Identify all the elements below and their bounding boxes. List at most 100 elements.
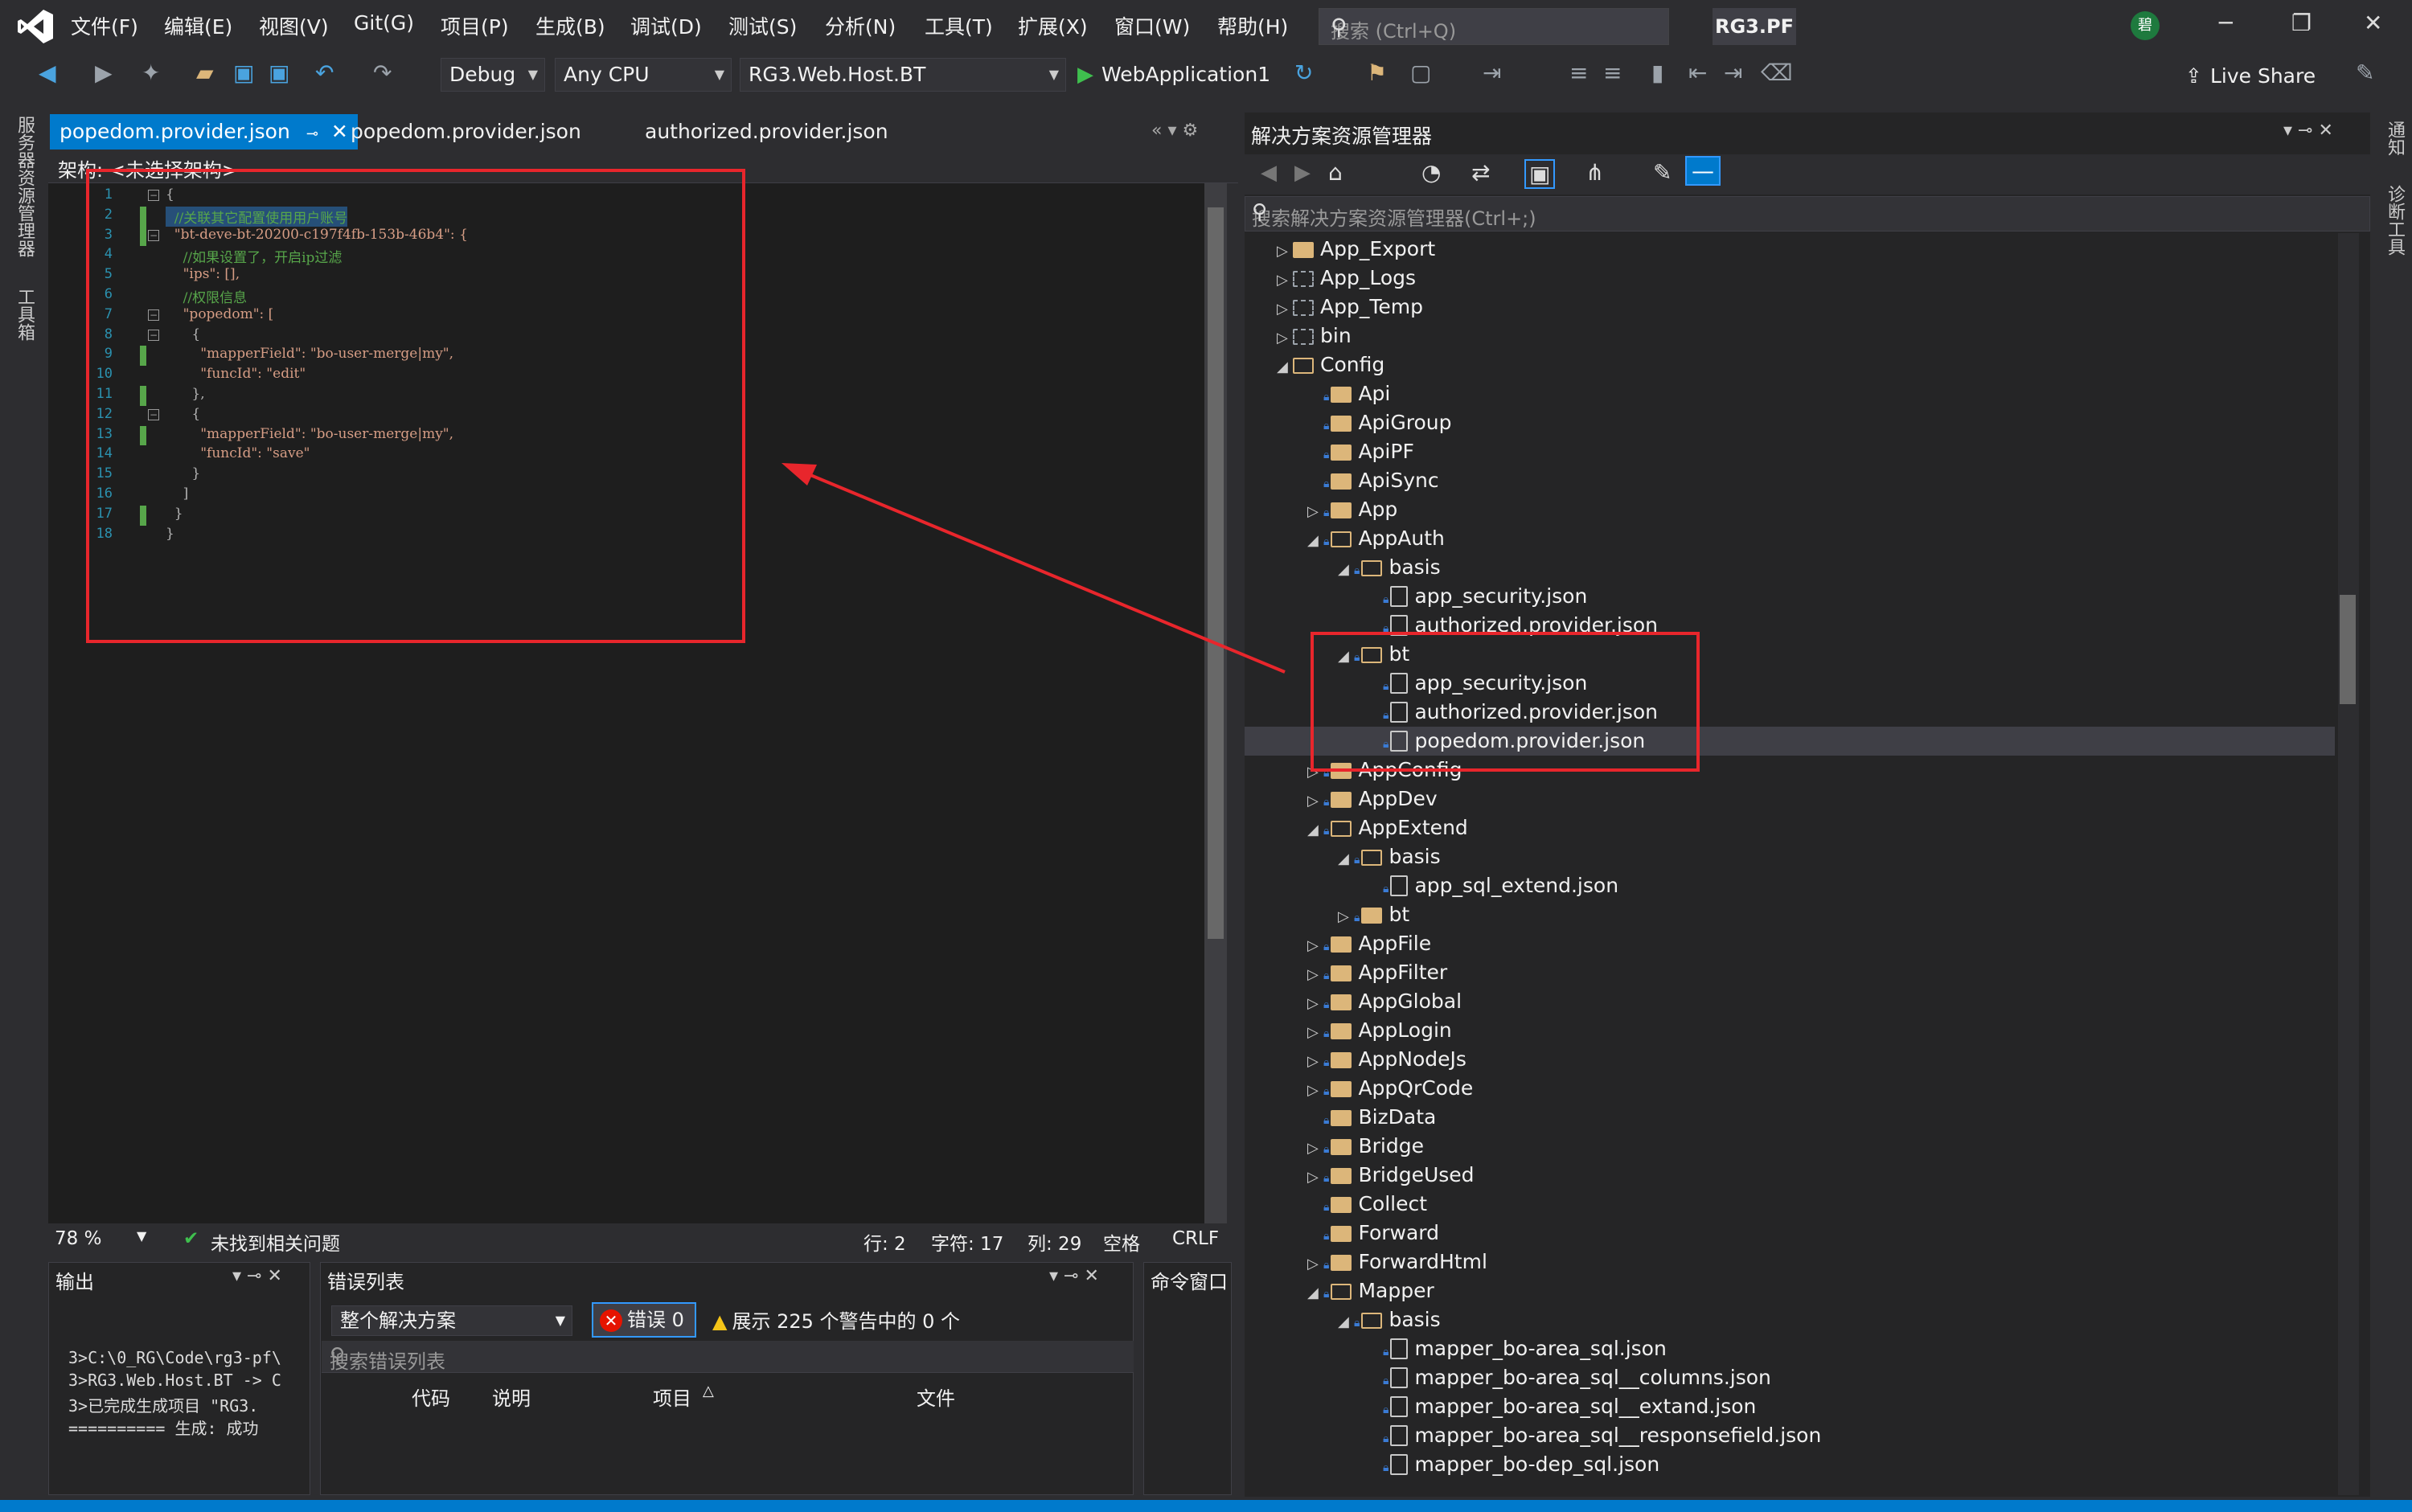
solution-scrollbar[interactable] — [2338, 233, 2359, 1495]
feedback-icon[interactable]: ✎ — [2356, 59, 2374, 86]
command-window-panel[interactable]: 命令窗口 — [1143, 1262, 1232, 1495]
refresh-icon[interactable]: ↻ — [1294, 59, 1313, 86]
menu-item[interactable]: 扩展(X) — [1018, 11, 1088, 40]
tree-folder-item[interactable]: ▷ 🔒︎ App — [1307, 495, 1397, 524]
whitespace-indicator[interactable]: 空格 — [1103, 1228, 1140, 1256]
tree-folder-item[interactable]: 🔒︎ BizData — [1307, 1103, 1436, 1132]
menu-item[interactable]: 分析(N) — [825, 11, 896, 40]
tree-folder-item[interactable]: ▷ 🔒︎ Bridge — [1307, 1132, 1424, 1161]
visual-studio-logo[interactable] — [16, 8, 55, 45]
tree-file-item[interactable]: 🔒︎ mapper_bo-area_sql__responsefield.json — [1367, 1421, 1821, 1450]
minimize-icon[interactable]: ─ — [2219, 10, 2233, 36]
diagnostic-tools-tab[interactable]: 诊断工具 — [2381, 185, 2407, 256]
collapsed-arrow-icon[interactable]: ▷ — [1277, 295, 1293, 324]
close-icon[interactable]: ✕ — [2364, 10, 2382, 36]
tree-folder-item[interactable]: ▷ App_Logs — [1277, 264, 1416, 293]
column-header-description[interactable]: 说明 — [492, 1383, 531, 1411]
preview-icon[interactable]: — — [1685, 156, 1721, 186]
platform-select[interactable]: Any CPU ▼ — [555, 58, 732, 92]
collapsed-arrow-icon[interactable]: ▷ — [1307, 787, 1323, 816]
tree-folder-item[interactable]: ▷ 🔒︎ AppGlobal — [1307, 987, 1462, 1016]
expanded-arrow-icon[interactable]: ◢ — [1338, 1308, 1354, 1337]
collapsed-arrow-icon[interactable]: ▷ — [1307, 932, 1323, 961]
redo-icon[interactable]: ↷ — [373, 59, 392, 86]
home-icon[interactable]: ⌂ — [1328, 159, 1343, 186]
menu-item[interactable]: 测试(S) — [728, 11, 797, 40]
tree-folder-item[interactable]: 🔒︎ ApiSync — [1307, 466, 1439, 495]
collapsed-arrow-icon[interactable]: ▷ — [1277, 266, 1293, 295]
panel-controls-icon[interactable]: ▾ ⊸ ✕ — [2283, 121, 2333, 141]
panel-controls-icon[interactable]: ▾ ⊸ ✕ — [1049, 1266, 1099, 1286]
column-header-file[interactable]: 文件 — [917, 1383, 955, 1411]
collapsed-arrow-icon[interactable]: ▷ — [1277, 324, 1293, 353]
menu-item[interactable]: Git(G) — [354, 11, 414, 35]
undo-icon[interactable]: ↶ — [315, 59, 334, 86]
tab-popedom[interactable]: popedom.provider.json — [341, 114, 591, 150]
collapsed-arrow-icon[interactable]: ▷ — [1307, 1076, 1323, 1105]
column-header-project[interactable]: 项目 — [653, 1383, 691, 1411]
tree-folder-item[interactable]: ◢ 🔒︎ AppExtend — [1307, 813, 1468, 842]
error-search-input[interactable]: 搜索错误列表 ⚲ — [322, 1341, 1134, 1373]
solution-scroll-thumb[interactable] — [2340, 595, 2356, 704]
restore-icon[interactable]: ❐ — [2291, 10, 2312, 36]
editor-scroll-thumb[interactable] — [1208, 207, 1224, 939]
tree-folder-item[interactable]: ▷ 🔒︎ AppFile — [1307, 929, 1431, 958]
collapsed-arrow-icon[interactable]: ▷ — [1307, 1018, 1323, 1047]
clear-bookmarks-icon[interactable]: ⌫ — [1761, 59, 1793, 86]
tree-file-item[interactable]: 🔒︎ mapper_bo-dep_sql.json — [1367, 1450, 1659, 1479]
tree-folder-item[interactable]: ◢ Config — [1277, 350, 1384, 379]
column-header-code[interactable]: 代码 — [412, 1383, 450, 1411]
menu-item[interactable]: 生成(B) — [535, 11, 605, 40]
menu-item[interactable]: 调试(D) — [630, 11, 702, 40]
collapsed-arrow-icon[interactable]: ▷ — [1277, 237, 1293, 266]
toolbox-tab[interactable]: 工具箱 — [11, 288, 37, 341]
tree-folder-item[interactable]: ▷ App_Temp — [1277, 293, 1423, 322]
tree-file-item[interactable]: 🔒︎ mapper_bo-area_sql__columns.json — [1367, 1363, 1771, 1392]
back-icon[interactable]: ◀ — [39, 59, 56, 86]
warnings-filter-button[interactable]: ▲ 展示 225 个警告中的 0 个 — [712, 1305, 960, 1334]
tree-folder-item[interactable]: ◢ 🔒︎ AppAuth — [1307, 524, 1445, 553]
tree-file-item[interactable]: 🔒︎ mapper_bo-area_sql__extand.json — [1367, 1392, 1756, 1421]
collapsed-arrow-icon[interactable]: ▷ — [1307, 1047, 1323, 1076]
menu-item[interactable]: 帮助(H) — [1217, 11, 1288, 40]
tree-folder-item[interactable]: 🔒︎ ApiGroup — [1307, 408, 1451, 437]
save-all-icon[interactable]: ▣ — [269, 59, 289, 86]
tree-folder-item[interactable]: ▷ bin — [1277, 322, 1352, 350]
menu-item[interactable]: 视图(V) — [259, 11, 329, 40]
panel-controls-icon[interactable]: ▾ ⊸ ✕ — [232, 1266, 282, 1286]
pending-changes-icon[interactable]: ⋔ — [1585, 159, 1604, 186]
tree-file-item[interactable]: 🔒︎ mapper_bo-area_sql.json — [1367, 1334, 1667, 1363]
sync-icon[interactable]: ⇄ — [1471, 159, 1490, 186]
expanded-arrow-icon[interactable]: ◢ — [1338, 845, 1354, 874]
search-input[interactable]: 搜索 (Ctrl+Q) ⚲ — [1319, 8, 1669, 45]
tree-folder-item[interactable]: ▷ App_Export — [1277, 235, 1435, 264]
history-icon[interactable]: ◔ — [1421, 159, 1441, 186]
indent-icon[interactable]: ⇥ — [1483, 59, 1501, 86]
expanded-arrow-icon[interactable]: ◢ — [1307, 1279, 1323, 1308]
output-panel[interactable]: 输出 ▾ ⊸ ✕ 3>C:\0_RG\Code\rg3-pf\ 3>RG3.We… — [48, 1262, 310, 1495]
tree-folder-item[interactable]: 🔒︎ ApiPF — [1307, 437, 1414, 466]
browser-link-icon[interactable]: ⚑ — [1367, 59, 1387, 86]
menu-item[interactable]: 项目(P) — [441, 11, 509, 40]
tree-folder-item[interactable]: ◢ 🔒︎ Mapper — [1307, 1276, 1434, 1305]
collapsed-arrow-icon[interactable]: ▷ — [1307, 1250, 1323, 1279]
tree-folder-item[interactable]: ▷ 🔒︎ BridgeUsed — [1307, 1161, 1475, 1190]
collapsed-arrow-icon[interactable]: ▷ — [1307, 990, 1323, 1018]
tree-folder-item[interactable]: ▷ 🔒︎ AppNodeJs — [1307, 1045, 1466, 1074]
chevron-down-icon[interactable]: ▼ — [137, 1228, 146, 1244]
wrench-icon[interactable]: ✎ — [1653, 159, 1672, 186]
expanded-arrow-icon[interactable]: ◢ — [1307, 816, 1323, 845]
tree-file-item[interactable]: 🔒︎ app_sql_extend.json — [1367, 871, 1618, 900]
run-button[interactable]: ▶ WebApplication1 — [1077, 58, 1270, 92]
menu-item[interactable]: 编辑(E) — [164, 11, 232, 40]
server-explorer-tab[interactable]: 服务器资源管理器 — [11, 116, 37, 257]
new-project-icon[interactable]: ✦ — [142, 59, 160, 86]
tree-file-item[interactable]: 🔒︎ app_security.json — [1367, 582, 1587, 611]
back-icon[interactable]: ◀ — [1261, 161, 1277, 185]
collapsed-arrow-icon[interactable]: ▷ — [1307, 1134, 1323, 1163]
issues-status[interactable]: 未找到相关问题 — [211, 1228, 340, 1256]
screenshot-icon[interactable]: ▢ — [1410, 59, 1431, 86]
notifications-tab[interactable]: 通知 — [2381, 121, 2407, 156]
menu-item[interactable]: 文件(F) — [71, 11, 138, 40]
tree-folder-item[interactable]: ▷ 🔒︎ AppLogin — [1307, 1016, 1452, 1045]
